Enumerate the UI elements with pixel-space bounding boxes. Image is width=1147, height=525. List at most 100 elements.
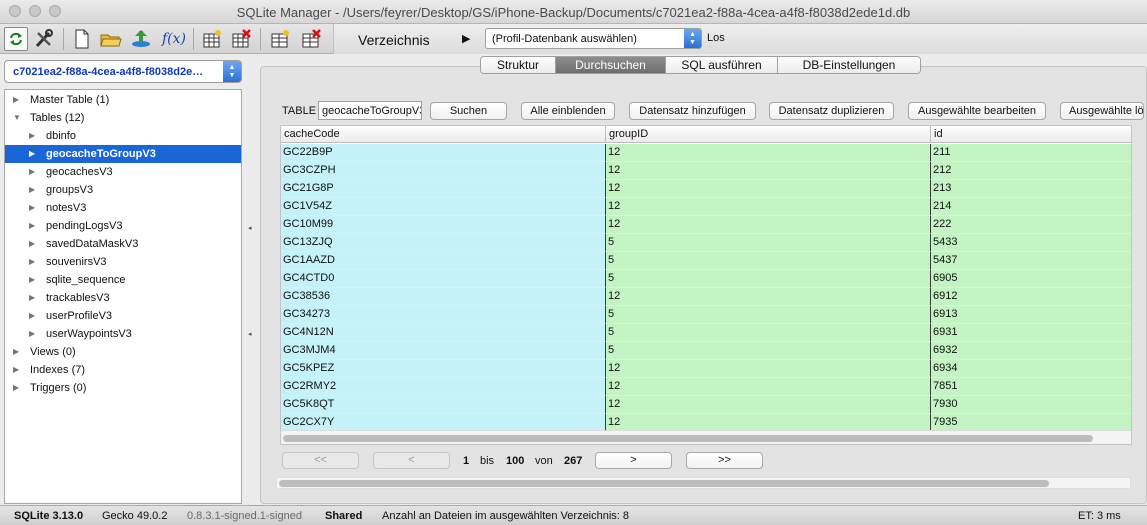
grid-horizontal-scrollbar[interactable] [281, 430, 1131, 444]
tree-item-table[interactable]: ▶ dbinfo [5, 127, 241, 145]
disclosure-closed-icon[interactable]: ▶ [29, 271, 35, 289]
table-row[interactable]: GC5KPEZ 12 6934 [281, 360, 1131, 378]
table-cell-groupid[interactable]: 5 [605, 252, 930, 270]
table-cell-cachecode[interactable]: GC4CTD0 [281, 270, 605, 288]
table-cell-groupid[interactable]: 5 [605, 324, 930, 342]
disclosure-closed-icon[interactable]: ▶ [29, 181, 35, 199]
table-cell-id[interactable]: 6912 [930, 288, 1131, 306]
add-record-button[interactable]: Datensatz hinzufügen [629, 102, 756, 120]
table-row[interactable]: GC34273 5 6913 [281, 306, 1131, 324]
table-row[interactable]: GC1AAZD 5 5437 [281, 252, 1131, 270]
table-cell-cachecode[interactable]: GC5KPEZ [281, 360, 605, 378]
table-cell-id[interactable]: 6932 [930, 342, 1131, 360]
tree-item-table[interactable]: ▶ userProfileV3 [5, 307, 241, 325]
column-separator[interactable] [930, 126, 931, 143]
connect-icon[interactable] [129, 27, 153, 51]
table-cell-cachecode[interactable]: GC38536 [281, 288, 605, 306]
table-row[interactable]: GC21G8P 12 213 [281, 180, 1131, 198]
disclosure-closed-icon[interactable]: ▶ [29, 199, 35, 217]
table-cell-cachecode[interactable]: GC3CZPH [281, 162, 605, 180]
table-cell-id[interactable]: 5433 [930, 234, 1131, 252]
table-name-field[interactable]: geocacheToGroupV3 [318, 101, 422, 120]
table-row[interactable]: GC4CTD0 5 6905 [281, 270, 1131, 288]
table-cell-id[interactable]: 214 [930, 198, 1131, 216]
table-cell-groupid[interactable]: 12 [605, 216, 930, 234]
prev-page-button[interactable]: < [373, 452, 450, 469]
disclosure-closed-icon[interactable]: ▶ [13, 379, 19, 397]
tree-group[interactable]: ▶ Triggers (0) [5, 379, 241, 397]
disclosure-closed-icon[interactable]: ▶ [29, 307, 35, 325]
table-cell-groupid[interactable]: 12 [605, 198, 930, 216]
table-cell-id[interactable]: 6905 [930, 270, 1131, 288]
table-cell-id[interactable]: 5437 [930, 252, 1131, 270]
scrollbar-thumb[interactable] [279, 480, 1049, 487]
table-cell-id[interactable]: 213 [930, 180, 1131, 198]
disclosure-closed-icon[interactable]: ▶ [29, 325, 35, 343]
table-cell-groupid[interactable]: 12 [605, 288, 930, 306]
table-cell-cachecode[interactable]: GC3MJM4 [281, 342, 605, 360]
table-cell-groupid[interactable]: 5 [605, 234, 930, 252]
duplicate-record-button[interactable]: Datensatz duplizieren [769, 102, 894, 120]
table-cell-groupid[interactable]: 5 [605, 306, 930, 324]
edit-selected-button[interactable]: Ausgewählte bearbeiten [908, 102, 1046, 120]
table-cell-cachecode[interactable]: GC34273 [281, 306, 605, 324]
table-cell-groupid[interactable]: 12 [605, 180, 930, 198]
tree-item-table[interactable]: ▶ userWaypointsV3 [5, 325, 241, 343]
table-cell-id[interactable]: 7851 [930, 378, 1131, 396]
show-all-button[interactable]: Alle einblenden [521, 102, 615, 120]
tab-durchsuchen[interactable]: Durchsuchen [556, 57, 666, 73]
table-row[interactable]: GC22B9P 12 211 [281, 144, 1131, 162]
disclosure-closed-icon[interactable]: ▶ [29, 163, 35, 181]
table-cell-groupid[interactable]: 12 [605, 144, 930, 162]
table-row[interactable]: GC13ZJQ 5 5433 [281, 234, 1131, 252]
first-page-button[interactable]: << [282, 452, 359, 469]
tree-item-table[interactable]: ▶ souvenirsV3 [5, 253, 241, 271]
tools-icon[interactable] [32, 27, 56, 51]
table-cell-cachecode[interactable]: GC1AAZD [281, 252, 605, 270]
table-row[interactable]: GC2RMY2 12 7851 [281, 378, 1131, 396]
tab-sql-ausfuehren[interactable]: SQL ausführen [666, 57, 778, 73]
tab-struktur[interactable]: Struktur [481, 57, 556, 73]
table-cell-id[interactable]: 6931 [930, 324, 1131, 342]
column-header-id[interactable]: id [934, 128, 943, 140]
delete-selected-button[interactable]: Ausgewählte löschen [1060, 102, 1144, 120]
column-header-cachecode[interactable]: cacheCode [284, 128, 340, 140]
table-cell-cachecode[interactable]: GC21G8P [281, 180, 605, 198]
table-row[interactable]: GC5K8QT 12 7930 [281, 396, 1131, 414]
table-cell-cachecode[interactable]: GC4N12N [281, 324, 605, 342]
profile-select[interactable]: (Profil-Datenbank auswählen) ▲ ▼ [485, 28, 702, 49]
column-header-groupid[interactable]: groupID [609, 128, 648, 140]
table-cell-groupid[interactable]: 12 [605, 360, 930, 378]
open-folder-icon[interactable] [99, 27, 123, 51]
table-cell-cachecode[interactable]: GC5K8QT [281, 396, 605, 414]
tree-item-table[interactable]: ▶ groupsV3 [5, 181, 241, 199]
disclosure-closed-icon[interactable]: ▶ [29, 253, 35, 271]
table-row[interactable]: GC4N12N 5 6931 [281, 324, 1131, 342]
go-button[interactable]: Los [707, 32, 725, 44]
disclosure-closed-icon[interactable]: ▶ [29, 289, 35, 307]
table-cell-id[interactable]: 212 [930, 162, 1131, 180]
table-row[interactable]: GC3MJM4 5 6932 [281, 342, 1131, 360]
table-cell-id[interactable]: 211 [930, 144, 1131, 162]
tree-item-table[interactable]: ▶ geocacheToGroupV3 [5, 145, 241, 163]
table-cell-groupid[interactable]: 5 [605, 342, 930, 360]
table-cell-groupid[interactable]: 5 [605, 270, 930, 288]
scrollbar-thumb[interactable] [283, 435, 1093, 442]
tree-item-table[interactable]: ▶ geocachesV3 [5, 163, 241, 181]
tree-item-table[interactable]: ▶ notesV3 [5, 199, 241, 217]
table-cell-id[interactable]: 6934 [930, 360, 1131, 378]
panel-horizontal-scrollbar[interactable] [276, 477, 1131, 489]
disclosure-closed-icon[interactable]: ▶ [13, 91, 19, 109]
play-icon[interactable]: ▶ [462, 32, 470, 45]
refresh-icon[interactable] [4, 27, 28, 51]
table-cell-cachecode[interactable]: GC13ZJQ [281, 234, 605, 252]
table-row[interactable]: GC1V54Z 12 214 [281, 198, 1131, 216]
tree-group[interactable]: ▼ Tables (12) [5, 109, 241, 127]
disclosure-closed-icon[interactable]: ▶ [29, 235, 35, 253]
table-cell-id[interactable]: 6913 [930, 306, 1131, 324]
tree-item-table[interactable]: ▶ savedDataMaskV3 [5, 235, 241, 253]
tree-group[interactable]: ▶ Views (0) [5, 343, 241, 361]
splitter[interactable]: ◂ ◂ [244, 60, 256, 504]
table-cell-groupid[interactable]: 12 [605, 396, 930, 414]
tab-db-einstellungen[interactable]: DB-Einstellungen [778, 57, 920, 73]
